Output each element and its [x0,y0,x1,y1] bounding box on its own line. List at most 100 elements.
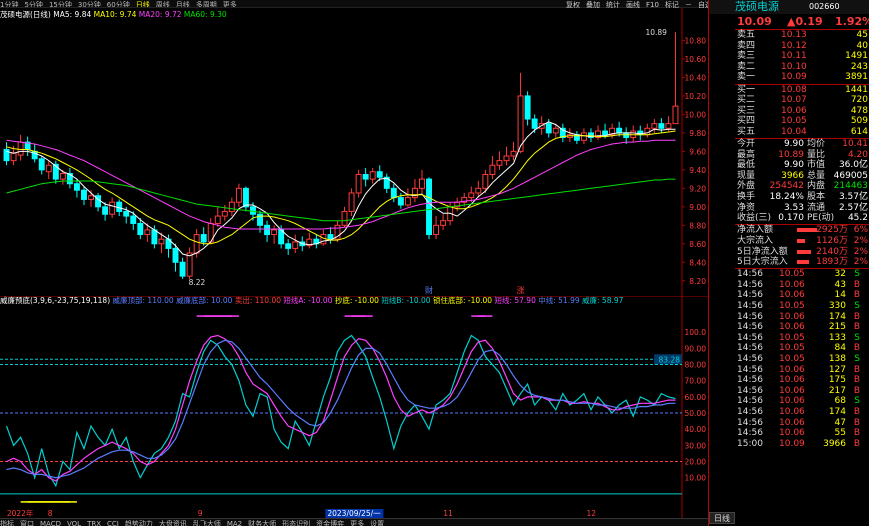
tick-row: 14:56 10.06 175 B [709,375,869,386]
flow-row: 5日大宗流入 1893万 2% [709,257,869,268]
indicator-tab[interactable]: 趋势动力 [125,520,153,526]
period-tab[interactable]: 60分钟 [107,1,130,7]
candle-body [221,210,228,217]
indicator-legend-item: 卖出: 110.00 [234,296,284,305]
indicator-tab[interactable]: TRX [87,520,101,526]
candle-body [17,141,24,156]
tick-side: B [853,438,860,449]
candle-body [3,149,10,162]
ma-legend-item: MA60: 9.30 [183,10,227,19]
tick-time: 14:56 [737,407,763,417]
tick-row: 14:56 10.06 215 B [709,322,869,333]
tick-price: 10.06 [779,385,805,396]
stat-label: 外盘 [737,181,756,192]
indicator-chart[interactable]: 100.0 90.00 80.00 70.00 60.00 50.00 40.00 30.00… [0,296,708,518]
period-tab[interactable]: 15分钟 [49,1,72,7]
tick-row: 14:56 10.05 138 S [709,354,869,365]
candle-body [341,210,348,226]
period-tab[interactable]: 30分钟 [78,1,101,7]
bid-row: 买一 10.08 1441 [709,85,869,96]
indicator-tab[interactable]: VOL [67,520,81,526]
indicator-tab[interactable]: 大盘资讯 [159,520,187,526]
ask-label: 卖四 [737,40,756,51]
tick-time: 14:56 [737,332,763,343]
indicator-tab[interactable]: CCI [107,520,119,526]
tick-row: 14:56 10.06 14 B [709,290,869,301]
price-change: ▲0.19 [787,15,823,28]
period-tab[interactable]: 1分钟 [0,1,18,7]
candle-body [88,195,94,200]
ask-label: 卖五 [737,30,756,40]
tick-price: 10.06 [779,364,805,375]
stock-code: 002660 [809,2,840,11]
tick-volume: 133 [828,332,846,343]
stock-name: 茂硕电源 [735,0,779,13]
candle-body [426,178,432,236]
period-tab[interactable]: 月线 [176,1,190,7]
candle-body [552,127,559,134]
tick-price: 10.06 [779,322,805,333]
date-label: 12 [587,509,597,518]
candle-body [362,173,369,180]
candle-body [228,201,235,212]
candle-body [390,187,397,199]
indicator-tick-label: 30.00 [685,441,707,450]
price-tick-label: 8.60 [689,240,706,249]
indicator-tick-label: 70.00 [685,377,707,386]
price-change-pct: 1.92% [835,15,869,28]
panel-period-tab[interactable]: 日线 [709,512,735,524]
indicator-tab[interactable]: 乱飞大师 [193,520,221,526]
tick-volume: 43 [834,279,846,290]
flow-label: 净流入额 [737,225,774,236]
indicator-tick-label: 60.00 [685,393,707,402]
indicator-tab[interactable]: 财务大师 [248,520,276,526]
tick-row: 14:56 10.06 217 B [709,386,869,397]
period-tab[interactable]: 5分钟 [24,1,42,7]
tick-side: S [854,354,860,364]
finance-marker: 财 [425,285,433,295]
candle-body [193,234,200,254]
candlestick-chart[interactable]: 10.80 10.60 10.40 10.20 10.00 9.80 9.60 9.40 9.2… [0,8,708,296]
tick-time: 14:56 [737,354,763,364]
bid-row: 买三 10.06 478 [709,106,869,117]
candle-body [151,229,158,245]
indicator-legend-item: 短线B: -10.00 [381,296,433,305]
indicator-tab[interactable]: MA2 [227,520,242,526]
indicator-tab[interactable]: 资金博弈 [316,520,344,526]
indicator-tick-label: 100.0 [685,328,707,337]
candle-body [137,222,144,236]
bid-row: 买五 10.04 614 [709,127,869,138]
stat-label: 股本 [807,192,826,202]
stat-value: 9.90 [783,160,804,171]
indicator-tab[interactable]: 指标 [0,520,14,526]
indicator-tab[interactable]: 更多 [350,520,364,526]
period-tab[interactable]: 日线 [136,1,150,7]
candle-body [665,123,672,129]
candle-body [10,152,17,162]
candle-body [475,187,482,194]
period-tab[interactable]: 多周期 [196,1,217,7]
flow-row: 5日净流入额 2140万 2% [709,247,869,258]
indicator-tab[interactable]: 窗口 [20,520,34,526]
ask-price: 10.10 [781,61,807,72]
candle-body [404,197,411,206]
candle-body [468,192,475,199]
period-tab[interactable]: 周线 [156,1,170,7]
stat-label: 内盘 [807,181,826,192]
period-tab[interactable]: 更多 [223,1,237,7]
bid-volume: 509 [850,116,868,127]
tick-volume: 215 [828,322,846,333]
tick-price: 10.06 [779,311,805,322]
bid-label: 买五 [737,126,756,137]
stat-value: 3.53 [783,202,804,213]
tick-volume: 47 [834,417,846,428]
stock-header: 茂硕电源 002660 [709,0,869,14]
indicator-tab[interactable]: 设置 [370,520,384,526]
indicator-tab[interactable]: 形态识别 [282,520,310,526]
last-price: 10.09 [737,15,772,28]
stat-row: 最低 9.90 市值 36.0亿 [709,160,869,171]
stat-label: 今开 [737,139,756,149]
tick-side: S [854,332,860,343]
indicator-tab[interactable]: MACD [40,520,61,526]
flow-label: 5日净流入额 [737,246,788,257]
